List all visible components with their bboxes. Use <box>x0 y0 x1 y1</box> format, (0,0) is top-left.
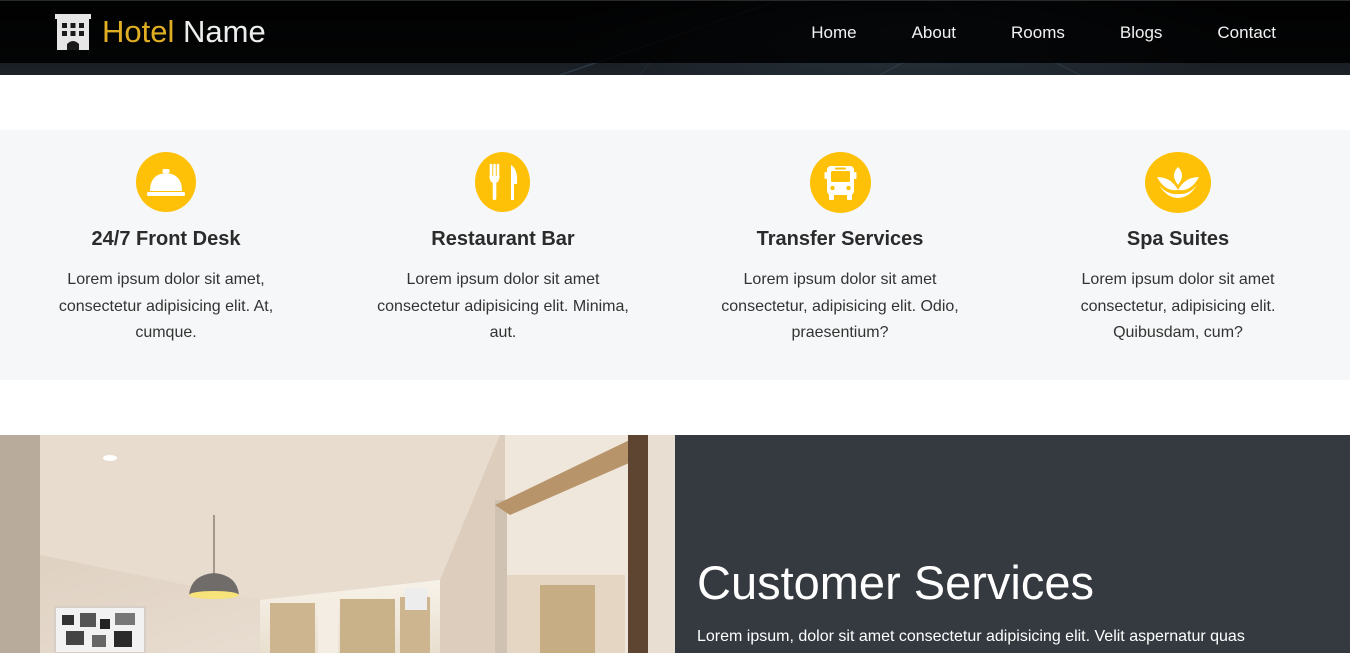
customer-services-panel: Customer Services Lorem ipsum, dolor sit… <box>675 435 1350 653</box>
services-section: 24/7 Front Desk Lorem ipsum dolor sit am… <box>0 130 1350 380</box>
brand-logo-link[interactable]: Hotel Name <box>54 13 266 51</box>
room-illustration <box>0 435 675 653</box>
nav-link-rooms[interactable]: Rooms <box>1011 23 1065 42</box>
nav-item-home: Home <box>811 23 856 43</box>
nav-menu: Home About Rooms Blogs Contact <box>756 1 1276 64</box>
nav-link-contact[interactable]: Contact <box>1217 23 1276 42</box>
customer-services-text: Lorem ipsum, dolor sit amet consectetur … <box>697 628 1245 645</box>
nav-item-rooms: Rooms <box>1011 23 1065 43</box>
spa-lotus-icon <box>1145 152 1211 213</box>
hotel-room-photo <box>0 435 675 653</box>
service-title: Restaurant Bar <box>431 228 575 250</box>
service-description: Lorem ipsum dolor sit amet consectetur a… <box>377 271 629 341</box>
brand-name: Hotel Name <box>102 13 266 51</box>
brand-name-rest: Name <box>174 14 266 49</box>
service-description: Lorem ipsum dolor sit amet, consectetur … <box>58 271 274 341</box>
customer-services-title: Customer Services <box>697 556 1094 609</box>
top-navbar: Hotel Name Home About Rooms Blogs Contac… <box>0 0 1350 63</box>
nav-item-contact: Contact <box>1217 23 1276 43</box>
service-title: 24/7 Front Desk <box>91 228 241 250</box>
nav-item-about: About <box>912 23 956 43</box>
service-spa: Spa Suites Lorem ipsum dolor sit amet co… <box>1047 130 1309 380</box>
nav-link-blogs[interactable]: Blogs <box>1120 23 1163 42</box>
bus-icon <box>810 152 871 213</box>
service-transfer: Transfer Services Lorem ipsum dolor sit … <box>700 130 980 380</box>
hotel-building-icon <box>55 14 91 50</box>
service-title: Transfer Services <box>756 228 924 250</box>
service-title: Spa Suites <box>1126 228 1230 250</box>
utensils-icon <box>475 152 530 212</box>
nav-item-blogs: Blogs <box>1120 23 1163 43</box>
nav-link-home[interactable]: Home <box>811 23 856 42</box>
service-description: Lorem ipsum dolor sit amet consectetur, … <box>721 271 959 341</box>
service-restaurant-bar: Restaurant Bar Lorem ipsum dolor sit ame… <box>368 130 638 380</box>
brand-name-accent: Hotel <box>102 14 175 49</box>
concierge-bell-icon <box>136 152 196 212</box>
service-description: Lorem ipsum dolor sit amet consectetur, … <box>1080 271 1276 341</box>
service-front-desk: 24/7 Front Desk Lorem ipsum dolor sit am… <box>36 130 296 380</box>
nav-link-about[interactable]: About <box>912 23 956 42</box>
